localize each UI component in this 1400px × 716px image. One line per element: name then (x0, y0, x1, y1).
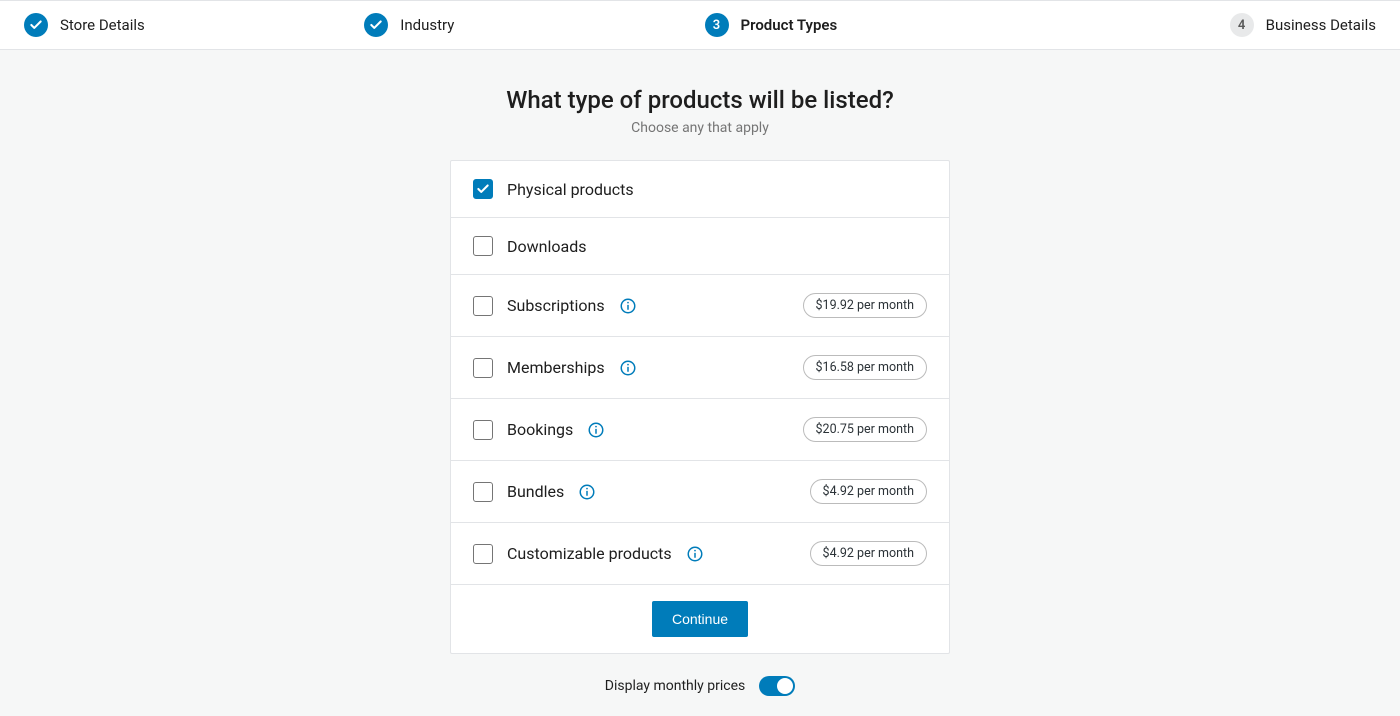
step-label: Industry (400, 16, 454, 34)
step-label: Store Details (60, 16, 145, 34)
product-types-card: Physical products Downloads Subscription… (450, 160, 950, 654)
step-label: Business Details (1266, 16, 1376, 34)
check-icon (364, 13, 388, 37)
info-icon[interactable] (578, 483, 596, 501)
option-label: Bundles (507, 482, 564, 501)
monthly-price-toggle[interactable] (759, 676, 795, 696)
checkbox[interactable] (473, 544, 493, 564)
option-downloads[interactable]: Downloads (451, 218, 949, 275)
wizard-stepper: Store Details Industry 3 Product Types 4… (0, 0, 1400, 50)
option-memberships[interactable]: Memberships $16.58 per month (451, 337, 949, 399)
checkbox[interactable] (473, 482, 493, 502)
step-business-details[interactable]: 4 Business Details (1040, 1, 1380, 49)
option-label: Memberships (507, 358, 605, 377)
checkbox[interactable] (473, 296, 493, 316)
info-icon[interactable] (619, 359, 637, 377)
step-product-types: 3 Product Types (700, 1, 1040, 49)
step-industry[interactable]: Industry (359, 1, 699, 49)
toggle-label: Display monthly prices (605, 678, 745, 694)
option-label: Physical products (507, 180, 634, 199)
price-badge: $4.92 per month (810, 479, 927, 504)
option-label: Downloads (507, 237, 586, 256)
step-label: Product Types (741, 16, 838, 34)
checkbox[interactable] (473, 236, 493, 256)
option-label: Subscriptions (507, 296, 605, 315)
info-icon[interactable] (619, 297, 637, 315)
info-icon[interactable] (686, 545, 704, 563)
checkbox[interactable] (473, 179, 493, 199)
monthly-price-toggle-row: Display monthly prices (20, 676, 1380, 696)
card-actions: Continue (451, 585, 949, 653)
option-label: Bookings (507, 420, 573, 439)
page-title: What type of products will be listed? (20, 86, 1380, 114)
price-badge: $19.92 per month (803, 293, 927, 318)
step-number-badge: 4 (1230, 13, 1254, 37)
checkbox[interactable] (473, 420, 493, 440)
option-physical-products[interactable]: Physical products (451, 161, 949, 218)
continue-button[interactable]: Continue (652, 601, 748, 637)
option-subscriptions[interactable]: Subscriptions $19.92 per month (451, 275, 949, 337)
checkbox[interactable] (473, 358, 493, 378)
info-icon[interactable] (587, 421, 605, 439)
toggle-knob (777, 678, 793, 694)
price-badge: $4.92 per month (810, 541, 927, 566)
check-icon (24, 13, 48, 37)
page-main: What type of products will be listed? Ch… (0, 50, 1400, 716)
option-customizable-products[interactable]: Customizable products $4.92 per month (451, 523, 949, 585)
option-bundles[interactable]: Bundles $4.92 per month (451, 461, 949, 523)
page-subtitle: Choose any that apply (20, 120, 1380, 136)
option-label: Customizable products (507, 544, 672, 563)
step-store-details[interactable]: Store Details (20, 1, 359, 49)
option-bookings[interactable]: Bookings $20.75 per month (451, 399, 949, 461)
price-badge: $16.58 per month (803, 355, 927, 380)
step-number-badge: 3 (705, 13, 729, 37)
price-badge: $20.75 per month (803, 417, 927, 442)
